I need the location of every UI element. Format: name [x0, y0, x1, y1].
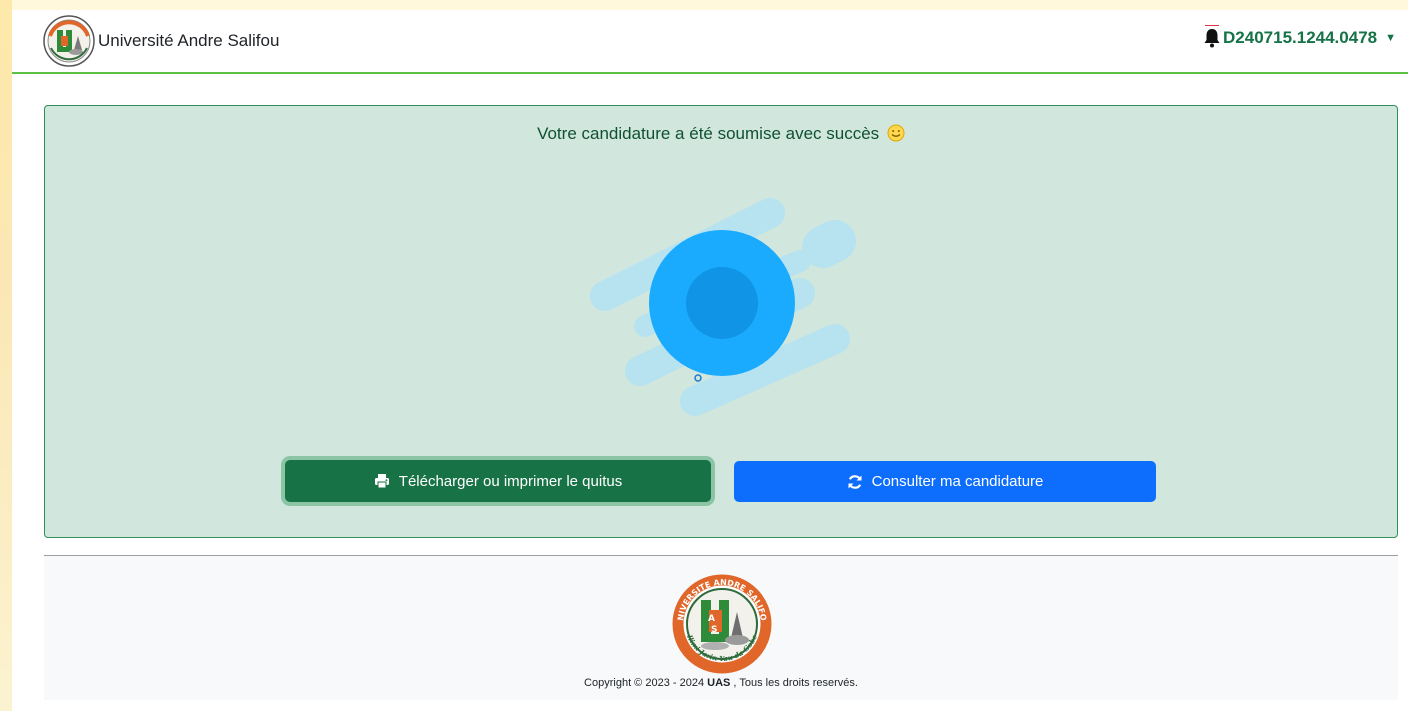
university-logo-icon — [42, 14, 96, 68]
svg-text:S: S — [711, 625, 717, 635]
svg-text:A: A — [708, 614, 715, 624]
success-alert: Votre candidature a été soumise avec suc… — [44, 105, 1398, 538]
brand-link[interactable]: Université Andre Salifou — [42, 14, 279, 68]
copyright-text: Copyright © 2023 - 2024 UAS , Tous les d… — [584, 677, 858, 689]
navbar: Université Andre Salifou D240715.1244.04… — [12, 10, 1408, 74]
footer: UNIVERSITE ANDRE SALIFOU A S Ilimi Jarin… — [44, 555, 1398, 700]
user-id: D240715.1244.0478 — [1223, 28, 1378, 47]
copyright-org: UAS — [707, 677, 731, 689]
top-band — [0, 0, 1408, 10]
footer-logo-icon: UNIVERSITE ANDRE SALIFOU A S Ilimi Jarin… — [664, 567, 777, 679]
consult-application-button[interactable]: Consulter ma candidature — [734, 461, 1156, 502]
print-quitus-label: Télécharger ou imprimer le quitus — [398, 472, 623, 490]
printer-icon — [374, 474, 389, 489]
refresh-icon — [848, 474, 862, 489]
alert-message-row: Votre candidature a été soumise avec suc… — [45, 124, 1397, 147]
print-quitus-button[interactable]: Télécharger ou imprimer le quitus — [285, 460, 711, 502]
brand-name: Université Andre Salifou — [98, 31, 280, 50]
success-message: Votre candidature a été soumise avec suc… — [537, 124, 880, 143]
bell-icon[interactable] — [1203, 25, 1221, 48]
user-menu-toggle[interactable]: D240715.1244.0478 ▼ — [1203, 25, 1396, 48]
caret-down-icon: ▼ — [1385, 32, 1396, 44]
success-illustration — [585, 191, 885, 456]
side-strip — [0, 0, 12, 711]
consult-application-label: Consulter ma candidature — [871, 473, 1044, 490]
smiley-icon — [887, 124, 905, 147]
